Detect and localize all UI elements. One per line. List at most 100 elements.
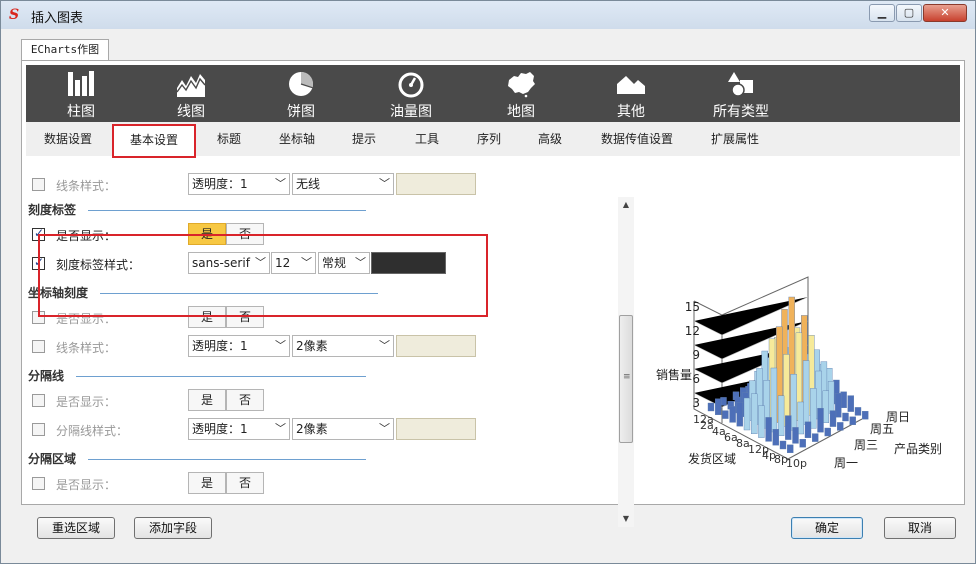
title-bar[interactable]: S 插入图表 ▁ ▢ ✕ [1, 1, 975, 29]
close-button[interactable]: ✕ [923, 4, 967, 22]
preview-bar [804, 421, 812, 439]
opacity-select[interactable]: 透明度：1 ﹀ [188, 335, 290, 357]
tab-advanced[interactable]: 高级 [538, 130, 562, 147]
yes-button[interactable]: 是 [188, 389, 226, 411]
split-area-show-checkbox[interactable] [32, 477, 45, 490]
chart-type-label: 油量图 [390, 104, 432, 120]
all-types-icon [728, 72, 753, 97]
chart-type-label: 饼图 [287, 104, 315, 120]
minimize-button[interactable]: ▁ [869, 4, 895, 22]
cancel-button[interactable]: 取消 [884, 517, 956, 539]
tab-echarts[interactable]: ECharts作图 [21, 39, 109, 61]
preview-bar [861, 410, 869, 420]
preview-bar [786, 444, 794, 454]
preview-3d-bar-chart: 15 12 9 6 3 销售量 12a 2a 4a 6a 8a 12p 4p 8… [656, 276, 942, 470]
axis-tick-line-checkbox[interactable] [32, 340, 45, 353]
line-width-select[interactable]: 2像素 ﹀ [292, 335, 394, 357]
preview-bar [811, 433, 819, 442]
tab-data-passing[interactable]: 数据传值设置 [601, 130, 673, 147]
pie-chart-icon [289, 72, 313, 96]
tick-label-section: 刻度标签 [26, 199, 386, 219]
settings-scroll-area[interactable]: 线条样式： 透明度：1 ﹀ 无线 ﹀ 刻度标签 是否显示： 是 否 [26, 162, 594, 502]
opacity-select-value: 透明度：1 [192, 422, 248, 436]
split-line-show-row: 是否显示： 是 否 [26, 389, 586, 413]
tab-extended-properties[interactable]: 扩展属性 [711, 130, 759, 147]
chevron-down-icon: ﹀ [275, 422, 286, 435]
chart-type-gauge-item[interactable]: 油量图 [369, 65, 453, 122]
preview-bar [792, 427, 799, 444]
highlight-box [38, 234, 488, 317]
chart-type-label: 柱图 [67, 104, 95, 120]
preview-bar [743, 397, 751, 431]
split-line-style-checkbox[interactable] [32, 423, 45, 436]
line-width-select[interactable]: 2像素 ﹀ [292, 418, 394, 440]
preview-bar [720, 397, 727, 406]
preview-bar [835, 392, 842, 418]
preview-bar [736, 401, 744, 427]
z-tick-label: 周五 [870, 422, 894, 436]
maximize-button[interactable]: ▢ [896, 4, 922, 22]
preview-bar [779, 440, 787, 450]
line-style-row: 线条样式： 透明度：1 ﹀ 无线 ﹀ [26, 173, 586, 197]
settings-tab-bar: 数据设置 基本设置 标题 坐标轴 提示 工具 序列 高级 数据传值设置 扩展属性 [26, 122, 960, 158]
tab-basic-settings[interactable]: 基本设置 [112, 124, 197, 158]
y-tick-label: 6 [692, 372, 700, 386]
chart-type-map-item[interactable]: 地图 [479, 65, 563, 122]
tab-tools[interactable]: 工具 [415, 130, 439, 147]
show-label: 是否显示： [56, 478, 117, 492]
scroll-up-icon[interactable]: ▲ [618, 197, 634, 213]
chart-type-label: 所有类型 [713, 104, 769, 120]
preview-bar [799, 438, 806, 448]
section-title: 刻度标签 [28, 203, 77, 217]
preview-bar [810, 388, 817, 429]
settings-scrollbar[interactable]: ▲ ≡ ▼ [618, 197, 634, 527]
opacity-select-value: 透明度：1 [192, 177, 248, 191]
tab-axis[interactable]: 坐标轴 [279, 130, 315, 147]
opacity-select[interactable]: 透明度：1 ﹀ [188, 173, 290, 195]
preview-bar [836, 422, 844, 431]
scroll-thumb[interactable]: ≡ [619, 315, 633, 443]
section-title: 分隔线 [28, 369, 65, 383]
chart-type-pie-item[interactable]: 饼图 [259, 65, 343, 122]
tab-title[interactable]: 标题 [217, 130, 241, 147]
line-color-picker[interactable] [396, 335, 476, 357]
yes-button[interactable]: 是 [188, 472, 226, 494]
chart-type-other-item[interactable]: 其他 [589, 65, 673, 122]
chevron-down-icon: ﹀ [275, 339, 286, 352]
preview-bar [785, 415, 792, 440]
dialog-client: ECharts作图 柱图 线图 饼图 油量图 地图 其他 所有类型 数据设置 基… [9, 31, 969, 561]
line-color-picker[interactable] [396, 173, 476, 195]
preview-bar [817, 407, 824, 433]
split-area-section: 分隔区域 [26, 448, 386, 468]
tab-series[interactable]: 序列 [477, 130, 501, 147]
preview-bar [770, 367, 778, 433]
no-button[interactable]: 否 [226, 389, 264, 411]
preview-bar [750, 393, 758, 435]
echarts-panel: 柱图 线图 饼图 油量图 地图 其他 所有类型 数据设置 基本设置 标题 坐标轴… [21, 60, 965, 527]
split-line-style-row: 分隔线样式： 透明度：1 ﹀ 2像素 ﹀ [26, 418, 586, 442]
split-line-show-checkbox[interactable] [32, 394, 45, 407]
chart-type-bar-item[interactable]: 柱图 [39, 65, 123, 122]
tab-data-settings[interactable]: 数据设置 [44, 130, 92, 147]
ok-button[interactable]: 确定 [791, 517, 863, 539]
y-tick-label: 3 [692, 396, 700, 410]
line-style-label: 线条样式： [56, 341, 117, 355]
line-type-select[interactable]: 无线 ﹀ [292, 173, 394, 195]
preview-bar [824, 427, 831, 437]
axis-tick-line-row: 线条样式： 透明度：1 ﹀ 2像素 ﹀ [26, 335, 586, 359]
scroll-down-icon[interactable]: ▼ [618, 511, 634, 527]
preview-bar [822, 390, 830, 424]
x-tick-label: 10p [786, 457, 807, 470]
chart-type-line-item[interactable]: 线图 [149, 65, 233, 122]
tab-tooltip[interactable]: 提示 [352, 130, 376, 147]
reselect-region-button[interactable]: 重选区域 [37, 517, 115, 539]
chart-type-label: 线图 [177, 104, 205, 120]
other-chart-icon [617, 76, 645, 94]
split-line-style-label: 分隔线样式： [56, 424, 129, 438]
opacity-select[interactable]: 透明度：1 ﹀ [188, 418, 290, 440]
no-button[interactable]: 否 [226, 472, 264, 494]
line-style-checkbox[interactable] [32, 178, 45, 191]
line-color-picker[interactable] [396, 418, 476, 440]
add-field-button[interactable]: 添加字段 [134, 517, 212, 539]
chart-type-all-item[interactable]: 所有类型 [699, 65, 783, 122]
